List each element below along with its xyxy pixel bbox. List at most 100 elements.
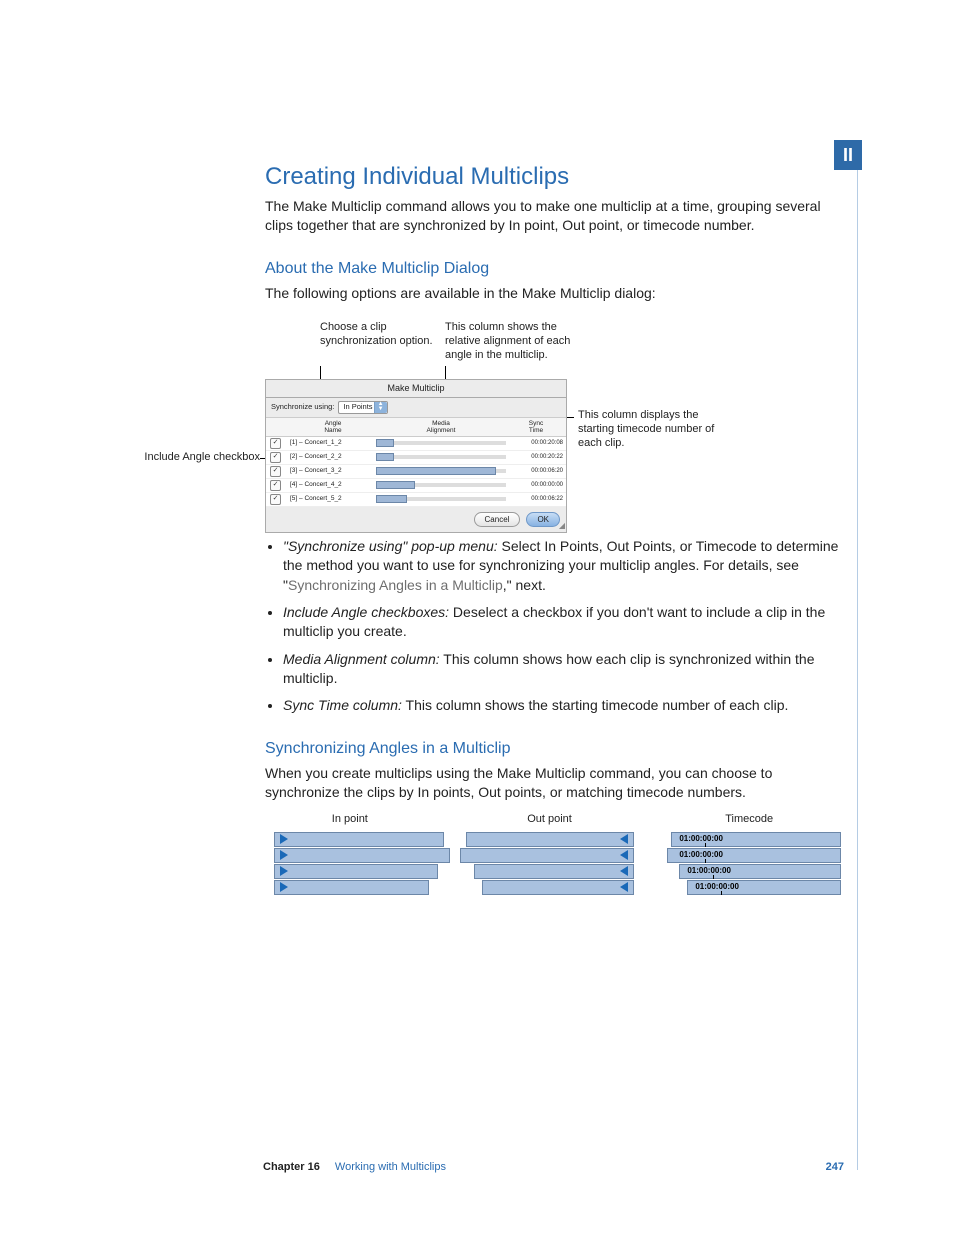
clip-bar: [460, 848, 634, 863]
angle-name: [1] – Concert_1_2: [290, 439, 376, 448]
term: Sync Time column:: [283, 697, 402, 713]
clip-bar: [274, 880, 429, 895]
sync-using-value: In Points: [343, 402, 372, 412]
include-angle-checkbox[interactable]: ✓: [270, 494, 281, 505]
resize-grip-icon: ◢: [559, 520, 565, 531]
clip-bar: [274, 848, 450, 863]
clip-bar-row: [460, 880, 640, 895]
section-about-dialog: About the Make Multiclip Dialog: [265, 258, 839, 280]
cross-ref-link[interactable]: Synchronizing Angles in a Multiclip: [288, 577, 503, 593]
popup-arrows-icon: ▲▼: [374, 402, 387, 413]
clip-bar-row: 01:00:00:00: [659, 880, 839, 895]
angle-name: [2] – Concert_2_2: [290, 453, 376, 462]
outpoint-label: Out point: [460, 812, 640, 827]
media-alignment-cell: [376, 466, 506, 476]
out-point-icon: [620, 850, 628, 860]
sync-time: 00:00:00:00: [506, 481, 566, 489]
timecode-label: Timecode: [659, 812, 839, 827]
callout-media-column-text: This column shows the relative alignment…: [445, 321, 570, 361]
sync-using-popup[interactable]: In Points ▲▼: [338, 401, 387, 414]
part-tab: II: [834, 140, 862, 170]
cancel-button[interactable]: Cancel: [474, 512, 521, 527]
callout-media-column: This column shows the relative alignment…: [445, 321, 595, 362]
term-text: This column shows the starting timecode …: [402, 697, 788, 713]
section-sync-text: When you create multiclips using the Mak…: [265, 764, 839, 803]
clip-bar-row: 01:00:00:00: [659, 832, 839, 847]
clip-bar-row: [460, 832, 640, 847]
in-point-icon: [280, 882, 288, 892]
callout-include-angle: Include Angle checkbox: [110, 451, 260, 465]
media-alignment-cell: [376, 494, 506, 504]
include-angle-checkbox[interactable]: ✓: [270, 480, 281, 491]
out-point-icon: [620, 882, 628, 892]
decor-right-rule: [857, 170, 858, 1170]
section-sync-angles: Synchronizing Angles in a Multiclip: [265, 738, 839, 760]
clip-bar-row: 01:00:00:00: [659, 848, 839, 863]
timecode-value: 01:00:00:00: [687, 865, 731, 876]
list-item: Sync Time column: This column shows the …: [283, 696, 839, 715]
angle-name: [3] – Concert_3_2: [290, 467, 376, 476]
clip-bar-row: [260, 832, 440, 847]
section-about-text: The following options are available in t…: [265, 284, 839, 303]
sync-using-label: Synchronize using:: [271, 402, 334, 412]
in-point-icon: [280, 834, 288, 844]
include-angle-checkbox[interactable]: ✓: [270, 452, 281, 463]
callout-sync-option: Choose a clip synchronization option.: [320, 321, 440, 349]
footer-page: 247: [826, 1160, 844, 1175]
header-sync: Sync Time: [506, 420, 566, 434]
callout-sync-option-text: Choose a clip synchronization option.: [320, 321, 433, 347]
callout-include-angle-text: Include Angle checkbox: [144, 451, 260, 463]
angle-row: ✓[5] – Concert_5_200:00:06:22: [266, 493, 566, 507]
in-point-icon: [280, 850, 288, 860]
out-point-icon: [620, 866, 628, 876]
angle-name: [5] – Concert_5_2: [290, 495, 376, 504]
angle-row: ✓ [3] – Concert_3_2 00:00:06:20: [266, 465, 566, 479]
footer-chapter: Chapter 16: [263, 1161, 320, 1173]
media-alignment-cell: [376, 452, 506, 462]
clip-bar: [474, 864, 634, 879]
clip-bar-row: [260, 880, 440, 895]
timecode-value: 01:00:00:00: [679, 849, 723, 860]
options-list: "Synchronize using" pop-up menu: Select …: [265, 537, 839, 716]
dialog-title: Make Multiclip: [266, 380, 566, 397]
inpoint-label: In point: [260, 812, 440, 827]
term: Media Alignment column:: [283, 651, 440, 667]
angle-row: ✓[1] – Concert_1_200:00:20:08: [266, 437, 566, 451]
page-footer: Chapter 16 Working with Multiclips 247: [263, 1160, 844, 1175]
clip-bar: [466, 832, 634, 847]
clip-bar: [482, 880, 634, 895]
clip-bar-row: 01:00:00:00: [659, 864, 839, 879]
sync-diagrams: In point Out point Timecode 01:00:00:00 0…: [260, 812, 839, 894]
header-media: Media Alignment: [376, 420, 506, 434]
include-angle-checkbox[interactable]: ✓: [270, 438, 281, 449]
clip-bar: [274, 864, 438, 879]
clip-bar-row: [260, 848, 440, 863]
list-item: Include Angle checkboxes: Deselect a che…: [283, 603, 839, 642]
intro-text: The Make Multiclip command allows you to…: [265, 197, 839, 236]
out-point-icon: [620, 834, 628, 844]
sync-time: 00:00:20:22: [506, 453, 566, 461]
callout-sync-time: This column displays the starting timeco…: [578, 409, 718, 450]
dialog-headers: Angle Name Media Alignment Sync Time: [266, 417, 566, 437]
ok-button[interactable]: OK: [526, 512, 560, 527]
list-item: Media Alignment column: This column show…: [283, 650, 839, 689]
clip-bar-row: [460, 864, 640, 879]
in-point-icon: [280, 866, 288, 876]
list-item: "Synchronize using" pop-up menu: Select …: [283, 537, 839, 595]
timecode-tick-icon: [721, 891, 722, 895]
timecode-tick-icon: [705, 859, 706, 863]
clip-bar: [274, 832, 444, 847]
page-heading: Creating Individual Multiclips: [265, 160, 839, 193]
angle-row: ✓ [2] – Concert_2_2 00:00:20:22: [266, 451, 566, 465]
timecode-tick-icon: [713, 875, 714, 879]
include-angle-checkbox[interactable]: ✓: [270, 466, 281, 477]
callout-sync-time-text: This column displays the starting timeco…: [578, 409, 714, 449]
angle-row: ✓[4] – Concert_4_200:00:00:00: [266, 479, 566, 493]
sync-time: 00:00:06:20: [506, 467, 566, 475]
clip-bar-row: [460, 848, 640, 863]
term: Include Angle checkboxes:: [283, 604, 449, 620]
header-angle: Angle Name: [290, 420, 376, 434]
timecode-value: 01:00:00:00: [679, 833, 723, 844]
clip-bar-row: [260, 864, 440, 879]
term: "Synchronize using" pop-up menu:: [283, 538, 498, 554]
